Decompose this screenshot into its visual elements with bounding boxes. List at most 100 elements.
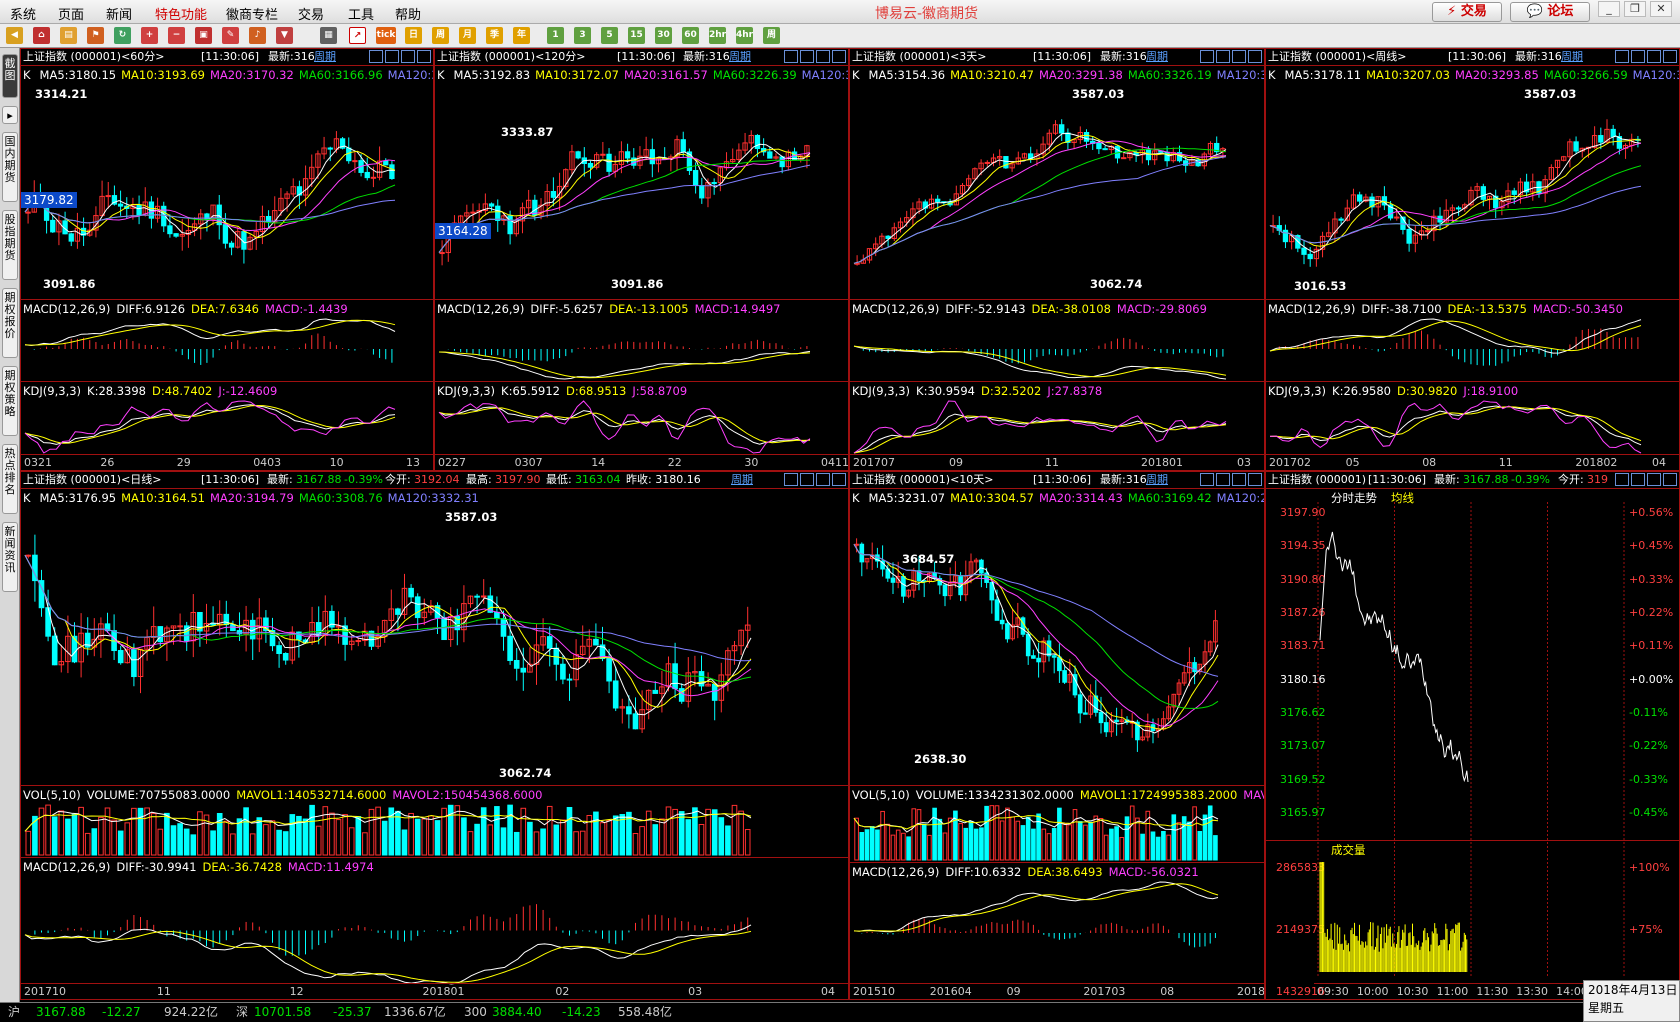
tab-option-strategy[interactable]: 期权策略 [2, 366, 18, 436]
kline-icon[interactable]: ↗ [349, 27, 366, 44]
month-button[interactable]: 月 [459, 27, 476, 44]
year-button[interactable]: 年 [513, 27, 530, 44]
min3-button[interactable]: 3 [574, 27, 591, 44]
mavol1-line [24, 810, 752, 832]
x-tick-label: 201604 [929, 985, 972, 998]
menu-help[interactable]: 帮助 [395, 4, 421, 23]
chart-panel-daily[interactable]: 上证指数 (000001)<日线> [11:30:06] 最新: 3167.88-… [20, 471, 849, 1000]
filter-icon[interactable]: ▼ [276, 27, 293, 44]
tab-hot-rank[interactable]: 热点排名 [2, 444, 18, 514]
minimize-button[interactable]: _ [1598, 1, 1620, 17]
forum-button[interactable]: 💬 论坛 [1510, 2, 1590, 22]
home-icon[interactable]: ⌂ [33, 27, 50, 44]
x-axis: 0321 26 29 0403 10 13 [21, 454, 433, 470]
x-tick-label: 13 [406, 456, 420, 469]
min30-button[interactable]: 30 [655, 27, 672, 44]
hr4-button[interactable]: 4hr [736, 27, 753, 44]
k-line [853, 413, 1227, 454]
menu-page[interactable]: 页面 [58, 4, 84, 23]
min60-button[interactable]: 60 [682, 27, 699, 44]
candle-body [779, 156, 785, 168]
high-label: 3587.03 [1072, 87, 1125, 101]
menu-system[interactable]: 系统 [10, 4, 36, 23]
volume-bar [540, 828, 546, 856]
volume-bar [1202, 814, 1208, 861]
candle-body [1098, 711, 1104, 724]
volume-bar [1015, 820, 1021, 861]
volume-bar [869, 826, 875, 861]
trade-button[interactable]: ⚡ 交易 [1432, 2, 1502, 22]
period-button[interactable]: 周 [763, 27, 780, 44]
tab-screenshot[interactable]: 截图 [2, 54, 18, 98]
chart-panel-60min[interactable]: 上证指数 (000001)<60分> [11:30:06] 最新:316 周期 K MA… [20, 48, 434, 471]
menu-tools[interactable]: 工具 [348, 4, 374, 23]
x-tick-label: 11 [1045, 456, 1059, 469]
menu-trade[interactable]: 交易 [298, 4, 324, 23]
chart-panel-120min[interactable]: 上证指数 (000001)<120分> [11:30:06] 最新:316 周期 KM… [434, 48, 849, 471]
chart-panel-10day[interactable]: 上证指数 (000001)<10天> [11:30:06] 最新:316 周期 K MA… [849, 471, 1265, 1000]
sh-label: 沪 [8, 1005, 21, 1019]
min15-button[interactable]: 15 [628, 27, 645, 44]
candle-body [117, 203, 124, 207]
volume-bar [725, 825, 731, 856]
volume-bar [711, 809, 718, 856]
tab-news[interactable]: 新闻资讯 [2, 522, 18, 592]
tab-option-quotes[interactable]: 期权报价 [2, 288, 18, 358]
candle-body [546, 636, 553, 649]
tab-domestic-futures[interactable]: 国内期货 [2, 132, 18, 202]
x-tick-label: 09 [949, 456, 963, 469]
week-button[interactable]: 周 [432, 27, 449, 44]
window-icon[interactable]: ▣ [195, 27, 212, 44]
volume-bar [599, 822, 606, 856]
tick-button[interactable]: tick [376, 27, 396, 44]
hr2-button[interactable]: 2hr [709, 27, 726, 44]
restore-button[interactable]: ❐ [1624, 1, 1646, 17]
zoom-in-icon[interactable]: + [141, 27, 158, 44]
volume-bar [25, 830, 32, 856]
volume-bar [322, 806, 329, 856]
candle-body [480, 595, 487, 598]
menu-features[interactable]: 特色功能 [155, 4, 207, 23]
x-tick-label: 05 [1345, 456, 1360, 469]
candle-body [942, 584, 948, 597]
volume-bar [289, 814, 296, 856]
flag-icon[interactable]: ⚑ [87, 27, 104, 44]
tab-index-futures[interactable]: 股指期货 [2, 210, 18, 280]
volume-bar [1020, 825, 1026, 861]
quarter-button[interactable]: 季 [486, 27, 503, 44]
table-icon[interactable]: ▦ [320, 27, 337, 44]
chart-panel-3day[interactable]: 上证指数 (000001)<3天> [11:30:06] 最新:316 周期 K MA5… [849, 48, 1265, 471]
day-button[interactable]: 日 [405, 27, 422, 44]
book-icon[interactable]: ▤ [60, 27, 77, 44]
refresh-icon[interactable]: ↻ [114, 27, 131, 44]
mavol2-line [853, 815, 1219, 830]
volume-bar [533, 831, 540, 856]
candle-body [1005, 623, 1010, 640]
volume-bar [1046, 833, 1052, 861]
intraday-chart [1317, 502, 1625, 977]
candle-body [649, 149, 655, 165]
candle-body [1083, 132, 1090, 142]
menu-huishang[interactable]: 徽商专栏 [226, 4, 278, 23]
volume-bar [401, 829, 408, 856]
tab-arrow[interactable]: ▸ [2, 106, 18, 124]
bell-icon[interactable]: ♪ [249, 27, 266, 44]
volume-bar [104, 807, 111, 856]
zoom-out-icon[interactable]: − [168, 27, 185, 44]
candle-body [854, 262, 860, 265]
candle-body [495, 205, 501, 221]
candle-body [177, 625, 183, 628]
candle-body [575, 151, 581, 159]
chart-panel-weekly[interactable]: 上证指数 (000001)<周线> [11:30:06] 最新:316 周期 K MA5… [1265, 48, 1680, 471]
candle-body [587, 162, 594, 168]
min1-button[interactable]: 1 [547, 27, 564, 44]
pen-icon[interactable]: ✎ [222, 27, 239, 44]
volume-bar [1140, 833, 1145, 861]
intraday-panel[interactable]: 上证指数 (000001) [11:30:06] 最新: 3167.88 -0.39% 今… [1265, 471, 1680, 1000]
min5-button[interactable]: 5 [601, 27, 618, 44]
x-tick-label: 0403 [253, 456, 282, 469]
high-label: 3587.03 [1524, 87, 1577, 101]
menu-news[interactable]: 新闻 [106, 4, 132, 23]
close-button[interactable]: ✕ [1650, 1, 1672, 17]
back-icon[interactable]: ◀ [6, 27, 23, 44]
